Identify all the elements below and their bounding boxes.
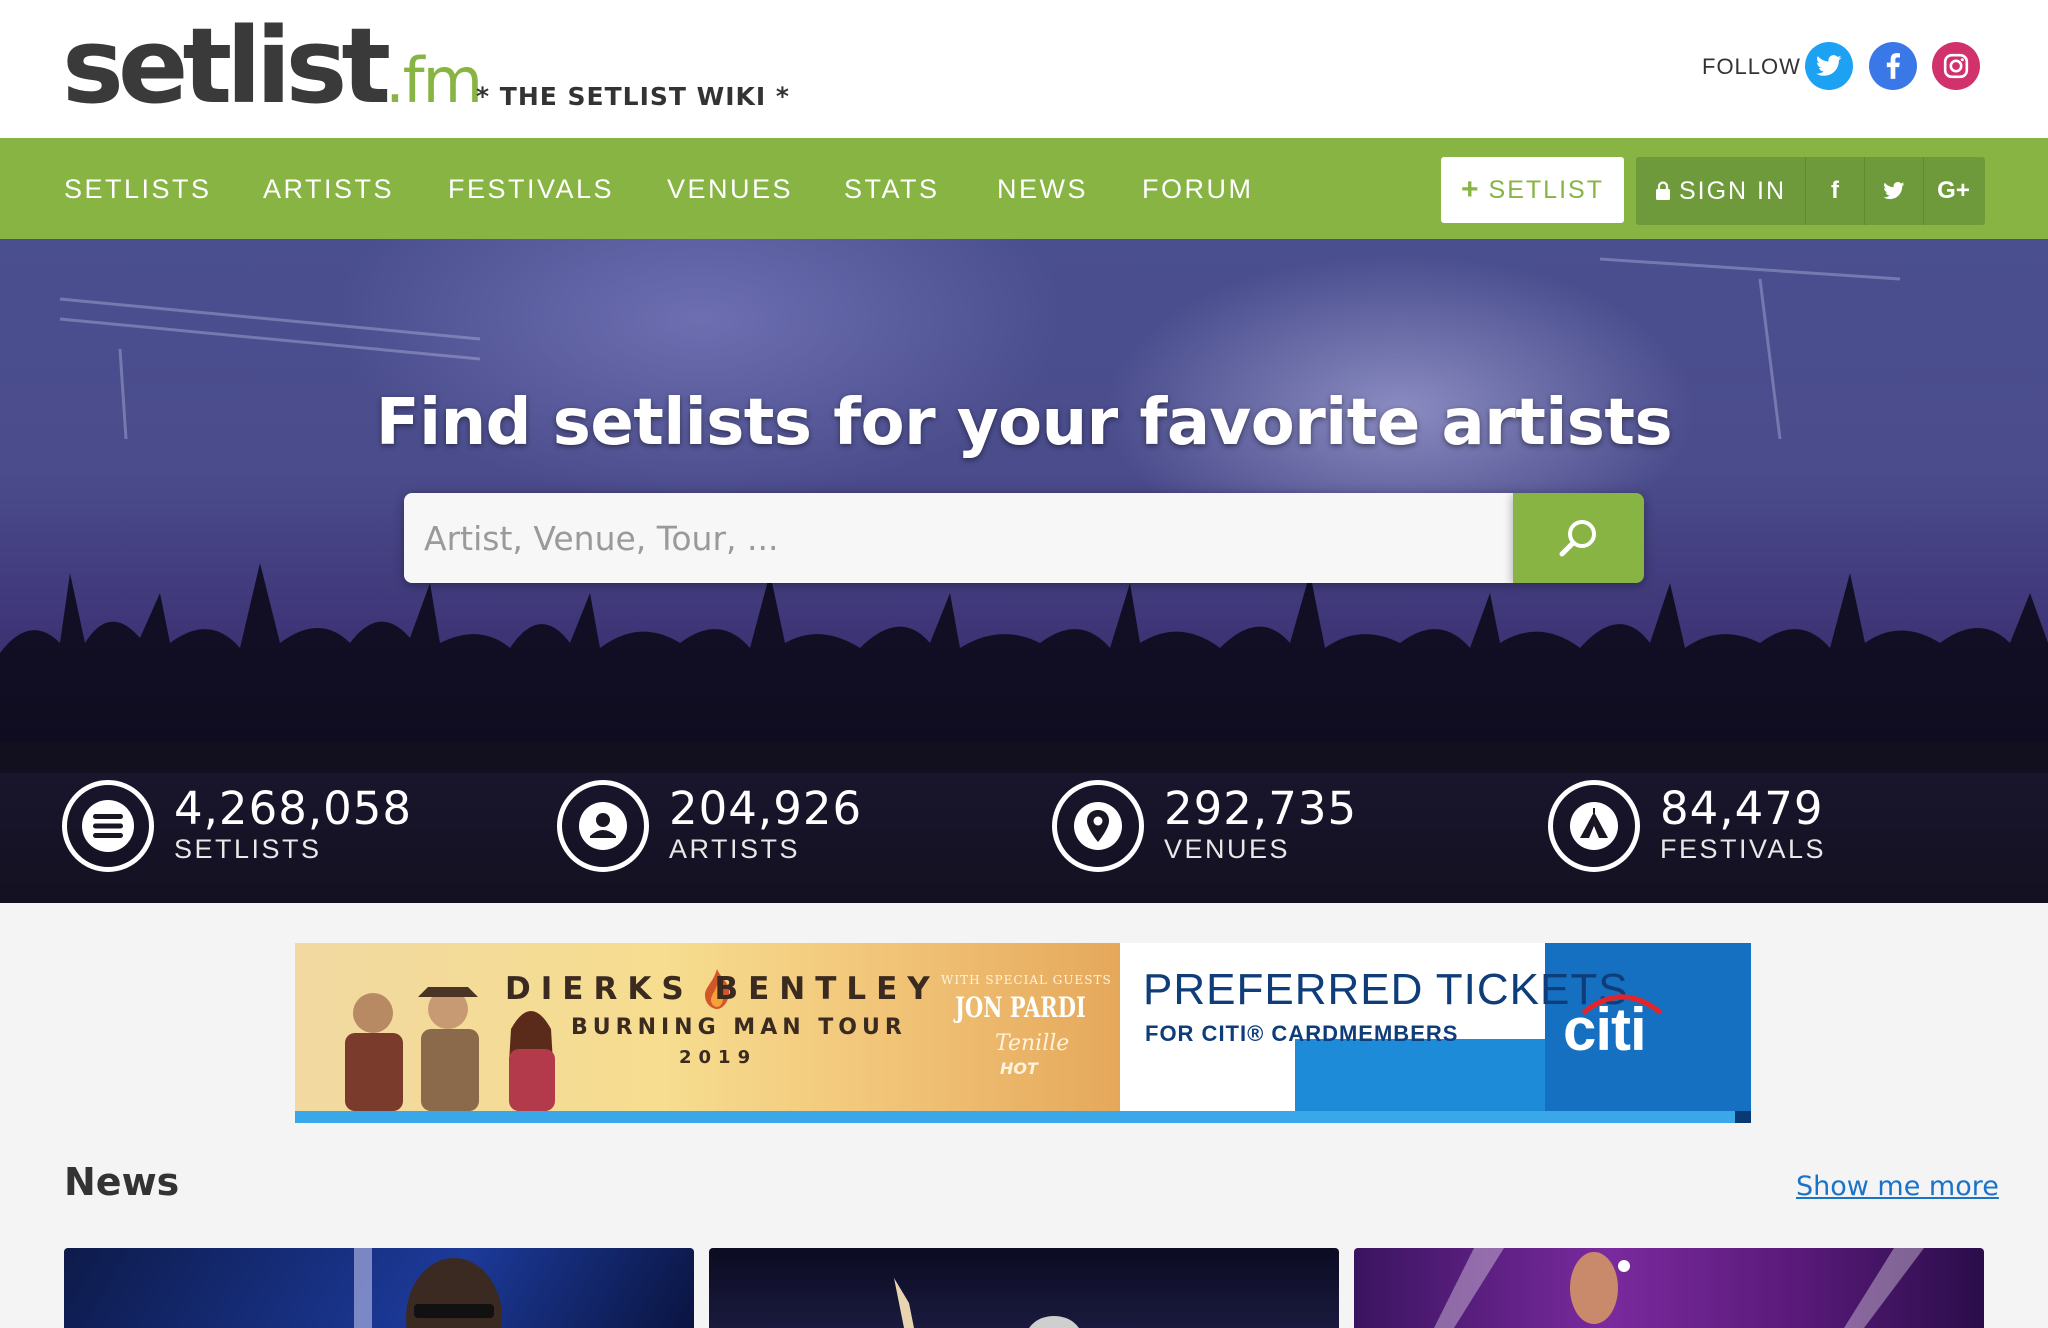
instagram-icon[interactable] bbox=[1932, 42, 1980, 90]
ad-bottom-stripe bbox=[295, 1111, 1751, 1123]
lock-icon bbox=[1655, 181, 1670, 200]
ad-guests-label: WITH SPECIAL GUESTS bbox=[941, 973, 1112, 987]
stat-artists-value: 204,926 bbox=[669, 782, 863, 835]
ad-guest-3: HOT bbox=[1000, 1059, 1038, 1078]
list-icon bbox=[62, 780, 154, 872]
logo-text: setlist bbox=[62, 5, 391, 127]
ad-blue-block bbox=[1295, 1039, 1545, 1111]
nav-festivals[interactable]: FESTIVALS bbox=[448, 172, 614, 206]
nav-forum[interactable]: FORUM bbox=[1142, 172, 1253, 206]
stat-venues[interactable]: 292,735 VENUES bbox=[1052, 776, 1357, 876]
news-card-3[interactable] bbox=[1354, 1248, 1984, 1328]
nav-stats[interactable]: STATS bbox=[844, 172, 940, 206]
nav-setlists[interactable]: SETLISTS bbox=[64, 172, 212, 206]
hero-title: Find setlists for your favorite artists bbox=[375, 386, 1673, 460]
plus-icon: + bbox=[1461, 173, 1481, 206]
ad-offer: PREFERRED TICKETS bbox=[1143, 965, 1629, 1014]
google-plus-login-icon[interactable]: G+ bbox=[1924, 157, 1983, 225]
stat-setlists[interactable]: 4,268,058 SETLISTS bbox=[62, 776, 412, 876]
add-setlist-button[interactable]: + SETLIST bbox=[1441, 157, 1624, 223]
stat-artists[interactable]: 204,926 ARTISTS bbox=[557, 776, 862, 876]
ad-guest-main: JON PARDI bbox=[955, 991, 1086, 1024]
ad-tour-name: BURNING MAN TOUR bbox=[571, 1015, 907, 1040]
twitter-login-icon[interactable] bbox=[1865, 157, 1924, 225]
site-logo[interactable]: setlist .fm bbox=[62, 5, 483, 127]
stat-festivals-text: 84,479 FESTIVALS bbox=[1660, 786, 1826, 866]
news-heading: News bbox=[64, 1160, 180, 1204]
search-button[interactable] bbox=[1513, 493, 1644, 583]
stat-artists-label: ARTISTS bbox=[669, 834, 801, 864]
tent-icon bbox=[1548, 780, 1640, 872]
news-card-3-image bbox=[1434, 1248, 1924, 1328]
ad-guest-2: Tenille bbox=[995, 1031, 1070, 1056]
facebook-icon[interactable] bbox=[1869, 42, 1917, 90]
stat-artists-text: 204,926 ARTISTS bbox=[669, 786, 862, 866]
ad-stripe-end bbox=[1735, 1111, 1751, 1123]
stat-festivals-value: 84,479 bbox=[1660, 782, 1824, 835]
ad-tour-year: 2019 bbox=[679, 1047, 758, 1068]
stat-venues-text: 292,735 VENUES bbox=[1164, 786, 1357, 866]
twitter-icon[interactable] bbox=[1805, 42, 1853, 90]
stat-setlists-text: 4,268,058 SETLISTS bbox=[174, 786, 412, 866]
site-tagline: * THE SETLIST WIKI * bbox=[476, 82, 790, 111]
ad-headline: DIERKS BENTLEY bbox=[505, 971, 940, 1007]
news-card-2-image bbox=[894, 1278, 1079, 1328]
show-more-news-link[interactable]: Show me more bbox=[1796, 1171, 1999, 1202]
stat-venues-value: 292,735 bbox=[1164, 782, 1358, 835]
news-card-2[interactable] bbox=[709, 1248, 1339, 1328]
stat-setlists-value: 4,268,058 bbox=[174, 782, 413, 835]
person-icon bbox=[557, 780, 649, 872]
add-setlist-label: SETLIST bbox=[1488, 175, 1604, 204]
search-icon bbox=[1559, 520, 1596, 557]
stat-venues-label: VENUES bbox=[1164, 834, 1291, 864]
stat-festivals-label: FESTIVALS bbox=[1660, 834, 1827, 864]
nav-news[interactable]: NEWS bbox=[997, 172, 1088, 206]
nav-artists[interactable]: ARTISTS bbox=[263, 172, 394, 206]
advertisement-banner[interactable]: DIERKS BENTLEY BURNING MAN TOUR 2019 WIT… bbox=[295, 943, 1751, 1123]
news-card-1-image bbox=[354, 1248, 502, 1328]
ad-offer-sub: FOR CITI® CARDMEMBERS bbox=[1145, 1021, 1459, 1046]
facebook-login-icon[interactable]: f bbox=[1806, 157, 1865, 225]
news-card-1[interactable] bbox=[64, 1248, 694, 1328]
sign-in-label: SIGN IN bbox=[1678, 176, 1787, 205]
follow-label: FOLLOW bbox=[1702, 54, 1801, 79]
search-input[interactable] bbox=[404, 493, 1513, 583]
sign-in-button[interactable]: SIGN IN bbox=[1636, 157, 1806, 225]
stat-festivals[interactable]: 84,479 FESTIVALS bbox=[1548, 776, 1826, 876]
nav-venues[interactable]: VENUES bbox=[667, 172, 793, 206]
logo-extension: .fm bbox=[385, 44, 483, 117]
citi-arc-icon bbox=[1581, 994, 1663, 1015]
auth-group: SIGN IN f G+ bbox=[1636, 157, 1985, 225]
stat-setlists-label: SETLISTS bbox=[174, 834, 322, 864]
site-header: setlist .fm * THE SETLIST WIKI * FOLLOW bbox=[0, 0, 2048, 138]
map-pin-icon bbox=[1052, 780, 1144, 872]
